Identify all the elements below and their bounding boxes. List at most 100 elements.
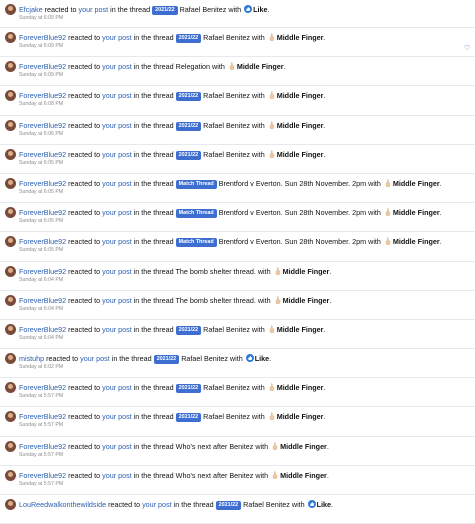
thread-prefix-badge: 2021/22 <box>175 92 202 102</box>
username-link[interactable]: Efcjake <box>19 5 43 14</box>
with-text: with <box>227 354 245 364</box>
alert-item[interactable]: ForeverBlue92 reacted to your post in th… <box>0 28 475 58</box>
reacted-text: reacted to <box>66 470 103 480</box>
alert-text: ForeverBlue92 reacted to your post in th… <box>19 33 325 43</box>
username-link[interactable]: ForeverBlue92 <box>19 33 66 42</box>
alert-item[interactable]: ForeverBlue92 reacted to your post in th… <box>0 232 475 262</box>
middle-finger-reaction-icon <box>269 325 274 333</box>
reacted-text: reacted to <box>66 412 103 422</box>
avatar[interactable] <box>5 353 16 365</box>
your-post-link[interactable]: your post <box>102 296 132 305</box>
avatar[interactable] <box>5 411 16 423</box>
avatar[interactable] <box>5 265 16 277</box>
avatar[interactable] <box>5 90 16 102</box>
avatar[interactable] <box>5 177 16 189</box>
username-link[interactable]: ForeverBlue92 <box>19 62 66 71</box>
username-link[interactable]: ForeverBlue92 <box>19 91 66 100</box>
with-text: with <box>253 441 271 451</box>
username-link[interactable]: ForeverBlue92 <box>19 296 66 305</box>
alert-item[interactable]: ForeverBlue92 reacted to your post in th… <box>0 86 475 116</box>
alert-item[interactable]: ForeverBlue92 reacted to your post in th… <box>0 378 475 408</box>
middle-finger-reaction-icon <box>385 179 391 187</box>
your-post-link[interactable]: your post <box>102 412 132 421</box>
alert-item[interactable]: ForeverBlue92 reacted to your post in th… <box>0 437 475 466</box>
in-thread-text: in the thread <box>131 383 176 393</box>
in-thread-text: in the thread <box>131 208 176 218</box>
reaction-name: Middle Finger <box>276 149 324 159</box>
middle-finger-reaction-icon <box>269 150 274 158</box>
reaction-name: Like <box>253 5 268 14</box>
alert-item[interactable]: ForeverBlue92 reacted to your post in th… <box>0 262 475 291</box>
username-link[interactable]: ForeverBlue92 <box>19 383 66 392</box>
username-link[interactable]: ForeverBlue92 <box>19 471 66 480</box>
thread-title: Rafael Benitez <box>203 33 250 42</box>
your-post-link[interactable]: your post <box>80 354 110 363</box>
reacted-text: reacted to <box>66 178 103 188</box>
thread-title: Rafael Benitez <box>203 91 250 101</box>
with-text: with <box>366 208 383 218</box>
avatar[interactable] <box>5 32 16 43</box>
with-text: with <box>210 62 227 72</box>
your-post-link[interactable]: your post <box>102 62 132 71</box>
timestamp: Sunday at 5:57 PM <box>19 422 64 429</box>
avatar[interactable] <box>5 323 16 335</box>
alert-item[interactable]: LouReedwalkonthewildside reacted to your… <box>0 495 475 524</box>
username-link[interactable]: ForeverBlue92 <box>19 267 66 276</box>
your-post-link[interactable]: your post <box>102 121 132 130</box>
username-link[interactable]: ForeverBlue92 <box>19 179 66 188</box>
avatar[interactable] <box>5 440 16 452</box>
your-post-link[interactable]: your post <box>102 267 132 276</box>
alert-item[interactable]: ForeverBlue92 reacted to your post in th… <box>0 466 475 495</box>
username-link[interactable]: ForeverBlue92 <box>19 442 66 451</box>
alert-text: ForeverBlue92 reacted to your post in th… <box>19 325 325 335</box>
alert-item[interactable]: ForeverBlue92 reacted to your post in th… <box>0 320 475 350</box>
alert-item[interactable]: ForeverBlue92 reacted to your post in th… <box>0 116 475 145</box>
avatar[interactable] <box>5 61 16 73</box>
avatar[interactable] <box>5 294 16 306</box>
username-link[interactable]: ForeverBlue92 <box>19 237 66 246</box>
avatar[interactable] <box>5 4 16 15</box>
avatar[interactable] <box>5 119 16 131</box>
your-post-link[interactable]: your post <box>102 383 132 392</box>
in-thread-text: in the thread <box>131 120 176 130</box>
in-thread-text: in the thread <box>131 441 176 451</box>
your-post-link[interactable]: your post <box>102 91 132 100</box>
username-link[interactable]: mistuhp <box>19 354 44 363</box>
your-post-link[interactable]: your post <box>102 237 132 246</box>
alert-item[interactable]: ForeverBlue92 reacted to your post in th… <box>0 203 475 233</box>
with-text: with <box>249 120 267 130</box>
thread-prefix-badge: 2021/22 <box>175 34 202 43</box>
your-post-link[interactable]: your post <box>102 442 132 451</box>
reaction-name: Middle Finger <box>276 383 324 393</box>
avatar[interactable] <box>5 382 16 394</box>
avatar[interactable] <box>5 236 16 248</box>
middle-finger-reaction-icon <box>385 237 391 246</box>
alert-text: ForeverBlue92 reacted to your post in th… <box>19 237 442 248</box>
avatar[interactable] <box>5 148 16 160</box>
avatar[interactable] <box>5 499 16 510</box>
avatar[interactable] <box>5 469 16 481</box>
reaction-name: Middle Finger <box>276 33 324 42</box>
your-post-link[interactable]: your post <box>102 325 132 334</box>
heart-icon[interactable]: ♡ <box>464 45 471 52</box>
alert-item[interactable]: ForeverBlue92 reacted to your post in th… <box>0 145 475 174</box>
your-post-link[interactable]: your post <box>102 33 132 42</box>
your-post-link[interactable]: your post <box>102 208 132 217</box>
username-link[interactable]: ForeverBlue92 <box>19 150 66 159</box>
alert-item[interactable]: ForeverBlue92 reacted to your post in th… <box>0 291 475 320</box>
username-link[interactable]: ForeverBlue92 <box>19 208 66 217</box>
alert-item[interactable]: mistuhp reacted to your post in the thre… <box>0 349 475 379</box>
your-post-link[interactable]: your post <box>102 179 132 188</box>
alert-item[interactable]: ForeverBlue92 reacted to your post in th… <box>0 57 475 87</box>
alert-item[interactable]: ForeverBlue92 reacted to your post in th… <box>0 174 475 204</box>
alert-item[interactable]: Efcjake reacted to your post in the thre… <box>0 0 475 28</box>
avatar[interactable] <box>5 207 16 219</box>
username-link[interactable]: ForeverBlue92 <box>19 325 66 334</box>
your-post-link[interactable]: your post <box>102 150 132 159</box>
username-link[interactable]: ForeverBlue92 <box>19 412 66 421</box>
alert-item[interactable]: ForeverBlue92 reacted to your post in th… <box>0 407 475 437</box>
your-post-link[interactable]: your post <box>79 5 109 14</box>
username-link[interactable]: ForeverBlue92 <box>19 121 66 130</box>
your-post-link[interactable]: your post <box>102 471 132 480</box>
reaction-name: Middle Finger <box>280 470 327 480</box>
